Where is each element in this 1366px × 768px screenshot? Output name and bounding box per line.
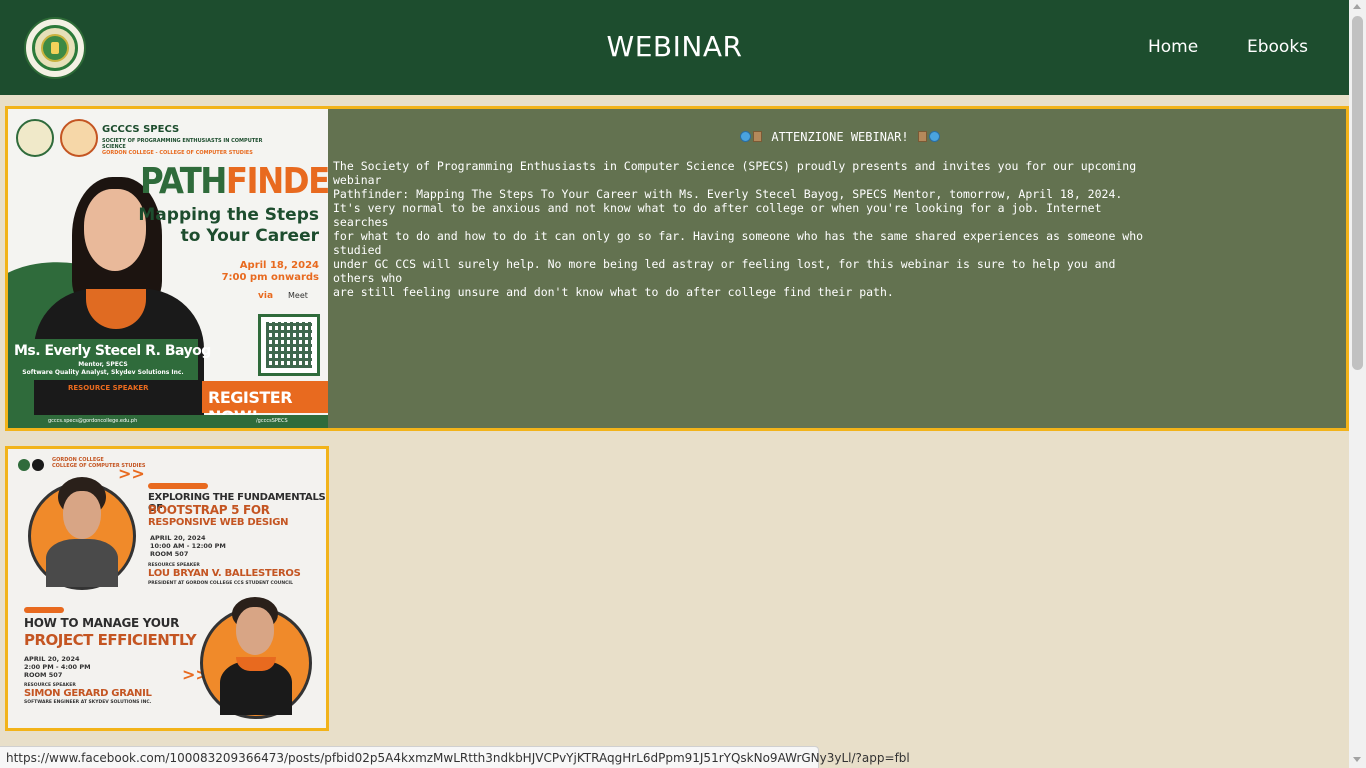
browser-status-bar: https://www.facebook.com/100083209366473…: [0, 746, 910, 768]
poster-date: April 18, 2024: [239, 260, 319, 271]
status-url: https://www.facebook.com/100083209366473…: [6, 751, 910, 765]
workshop-tag: [148, 483, 208, 489]
nav-home-link[interactable]: Home: [1148, 37, 1198, 57]
webinar-heading: ATTENZIONE WEBINAR!: [333, 130, 1347, 144]
topic2-time: 2:00 PM - 4:00 PM: [24, 663, 91, 671]
poster-email: gcccs.specs@gordoncollege.edu.ph: [48, 418, 138, 424]
globe-icon: [740, 131, 752, 142]
qr-code-icon: [258, 314, 320, 376]
speaker-role-line2: Software Quality Analyst, Skydev Solutio…: [22, 369, 184, 376]
topic2-line2: PROJECT EFFICIENTLY: [24, 631, 197, 649]
scroll-down-arrow-icon[interactable]: [1353, 757, 1361, 762]
webinar-heading-text: ATTENZIONE WEBINAR!: [771, 130, 909, 144]
qr-code-pattern: [266, 322, 312, 368]
topic2-date: APRIL 20, 2024: [24, 655, 80, 663]
poster-subtitle: Mapping the Steps to Your Career: [138, 205, 319, 247]
books-icon: [917, 131, 927, 142]
gordon-college-seal-icon: [18, 459, 30, 471]
topic1-line3: RESPONSIVE WEB DESIGN: [148, 517, 289, 528]
poster-title: PATHFINDER:: [140, 161, 328, 202]
poster-title-finder: FINDER:: [225, 161, 328, 202]
poster-org-subtitle: SOCIETY OF PROGRAMMING ENTHUSIASTS IN CO…: [102, 138, 272, 156]
speaker1-name: LOU BRYAN V. BALLESTEROS: [148, 568, 301, 579]
topic2-line1: HOW TO MANAGE YOUR: [24, 616, 180, 630]
webinar-card-pathfinder: GCCCS SPECS SOCIETY OF PROGRAMMING ENTHU…: [5, 106, 1349, 431]
speaker-role-line1: Mentor, SPECS: [78, 361, 128, 368]
speaker2-role: SOFTWARE ENGINEER AT SKYDEV SOLUTIONS IN…: [24, 700, 152, 705]
topic1-time: 10:00 AM - 12:00 PM: [150, 542, 226, 550]
poster-org-name: GCCCS SPECS: [102, 124, 180, 135]
poster-facebook: /gcccsSPECS: [256, 418, 288, 424]
scroll-up-arrow-icon[interactable]: [1353, 4, 1361, 9]
poster-subtitle-line1: Mapping the Steps: [138, 205, 319, 225]
webinar-card-workshop[interactable]: GORDON COLLEGE COLLEGE OF COMPUTER STUDI…: [5, 446, 329, 731]
poster-college: GORDON COLLEGE - COLLEGE OF COMPUTER STU…: [102, 150, 253, 156]
books-icon: [753, 131, 763, 142]
speaker-face: [84, 189, 146, 271]
speaker-role: Mentor, SPECS Software Quality Analyst, …: [8, 361, 198, 377]
poster-title-path: PATH: [140, 161, 227, 202]
speaker2-name: SIMON GERARD GRANIL: [24, 688, 152, 699]
ccs-seal-icon: [60, 119, 98, 157]
seminar-tag: [24, 607, 64, 613]
speaker1-face: [63, 491, 101, 539]
poster-datetime: April 18, 2024 7:00 pm onwards: [222, 260, 319, 284]
topic1-room: ROOM 507: [150, 550, 189, 558]
pathfinder-poster-image[interactable]: GCCCS SPECS SOCIETY OF PROGRAMMING ENTHU…: [8, 109, 328, 428]
vertical-scrollbar[interactable]: [1349, 0, 1366, 768]
page-title: WEBINAR: [606, 30, 743, 63]
globe-icon: [928, 131, 940, 142]
speaker1-role: PRESIDENT AT GORDON COLLEGE CCS STUDENT …: [148, 581, 293, 586]
webinar-description-2: It's very normal to be anxious and not k…: [333, 201, 1144, 299]
topic2-room: ROOM 507: [24, 671, 63, 679]
poster-via: via: [258, 291, 274, 301]
site-header: WEBINAR Home Ebooks: [0, 0, 1349, 95]
resource-speaker-label: RESOURCE SPEAKER: [68, 384, 149, 392]
nav-ebooks-link[interactable]: Ebooks: [1247, 37, 1308, 57]
arrows-icon: >>: [118, 464, 145, 483]
topic2-schedule: APRIL 20, 2024 2:00 PM - 4:00 PM ROOM 50…: [24, 655, 91, 679]
speaker1-body: [46, 539, 118, 587]
scrollbar-thumb[interactable]: [1352, 16, 1363, 370]
topic1-schedule: APRIL 20, 2024 10:00 AM - 12:00 PM ROOM …: [150, 534, 226, 558]
poster-time: 7:00 pm onwards: [221, 272, 319, 283]
speaker2-face: [236, 607, 274, 655]
poster-subtitle-line2: to Your Career: [180, 226, 319, 246]
topic1-line2: BOOTSTRAP 5 FOR: [148, 503, 270, 517]
poster-org-full: SOCIETY OF PROGRAMMING ENTHUSIASTS IN CO…: [102, 138, 263, 150]
speaker-name: Ms. Everly Stecel R. Bayog: [14, 343, 211, 359]
topic1-date: APRIL 20, 2024: [150, 534, 206, 542]
google-meet-icon: Meet: [288, 291, 308, 300]
webinar-description-1: The Society of Programming Enthusiasts i…: [333, 159, 1137, 201]
gordon-college-seal-icon: [16, 119, 54, 157]
ccs-seal-icon: [32, 459, 44, 471]
